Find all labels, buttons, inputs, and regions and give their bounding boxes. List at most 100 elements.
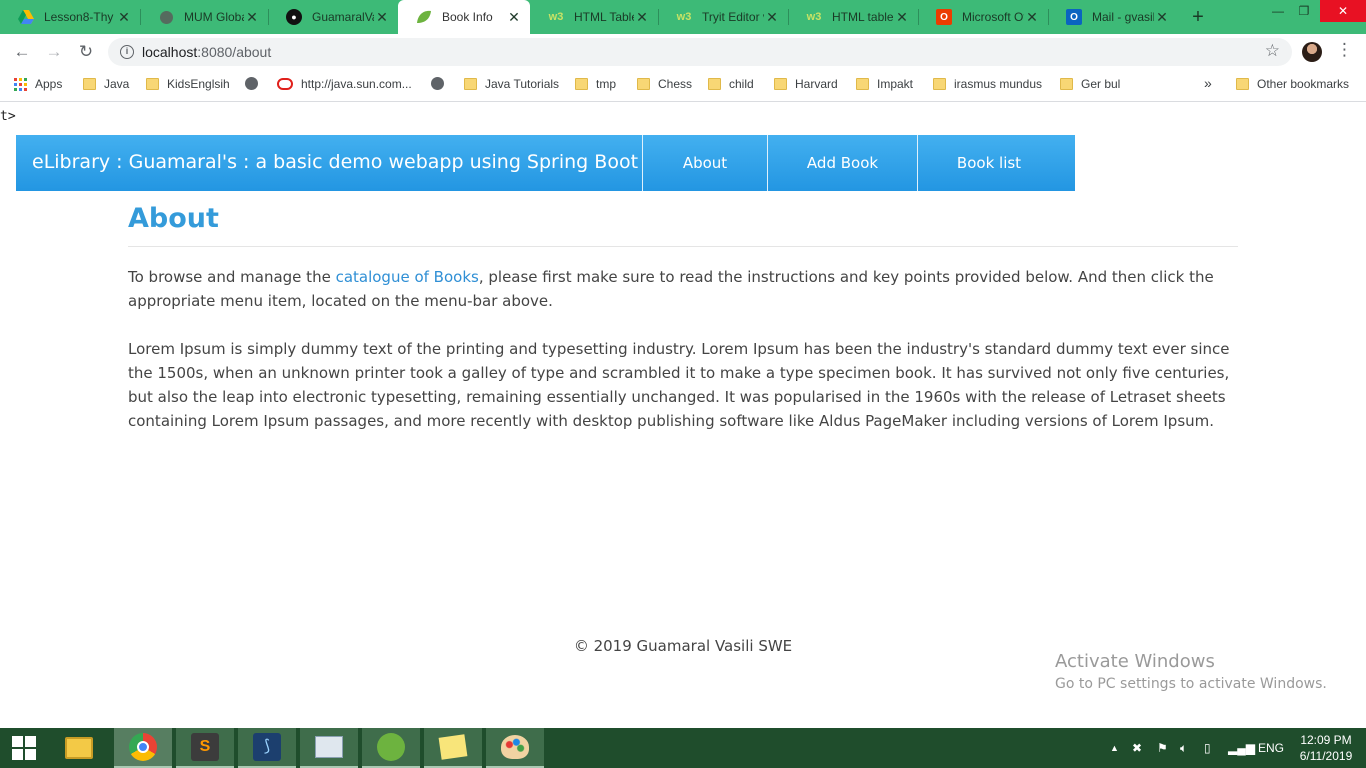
w3schools-icon: w3 [806,11,822,23]
taskbar-chrome[interactable] [114,728,172,768]
outlook-icon: O [1066,9,1082,25]
volume-icon[interactable]: 🔈︎ [1180,728,1187,768]
bookmark-kidsenglsih[interactable]: KidsEnglsih [146,77,230,91]
browser-tab-strip: Lesson8-Thy ✕ MUM Globa ✕ ● GuamaralVa ✕… [0,0,1366,34]
close-tab-icon[interactable]: ✕ [1154,9,1170,26]
profile-avatar[interactable] [1302,42,1322,62]
mysql-workbench-icon: ⟆ [253,733,281,761]
globe-icon [431,77,444,90]
site-navbar: eLibrary : Guamaral's : a basic demo web… [16,135,1075,191]
taskbar-spring-tool-suite[interactable] [362,728,420,768]
bookmark-label: Apps [35,77,63,91]
nav-book-list[interactable]: Book list [917,135,1060,191]
tab-html-table-2[interactable]: w3 HTML table ✕ [788,0,918,34]
close-tab-icon[interactable]: ✕ [506,9,522,26]
tab-mail[interactable]: O Mail - gvasil ✕ [1048,0,1178,34]
intro-text: To browse and manage the [128,268,336,286]
taskbar-mysql-workbench[interactable]: ⟆ [238,728,296,768]
bookmark-apps[interactable]: Apps [14,77,62,91]
bookmark-ger-bul[interactable]: Ger bul [1060,77,1120,91]
url-path: :8080/about [197,44,272,60]
signal-icon[interactable]: ▂▄▆ [1228,728,1255,768]
tab-lesson8[interactable]: Lesson8-Thy ✕ [0,0,140,34]
tab-microsoft-office[interactable]: O Microsoft Of ✕ [918,0,1048,34]
new-tab-icon[interactable]: + [1186,5,1210,29]
chrome-menu-icon[interactable]: ⋮ [1336,40,1353,60]
bookmark-impakt[interactable]: Impakt [856,77,913,91]
windows-taskbar: S ⟆ ▲ ✖ ⚑ 🔈︎ ▯ ▂▄▆ ENG 12:09 PM 6/11/201… [0,728,1366,768]
sticky-notes-icon [438,734,468,760]
bookmark-star-icon[interactable]: ☆ [1265,41,1280,61]
site-brand[interactable]: eLibrary : Guamaral's : a basic demo web… [32,151,638,173]
folder-icon [637,78,650,90]
tab-title: HTML Table [574,10,634,24]
network-warning-icon[interactable]: ✖ [1132,728,1142,768]
close-window-icon[interactable]: ✕ [1320,0,1366,22]
clock-time: 12:09 PM [1300,733,1352,747]
tab-html-table[interactable]: w3 HTML Table ✕ [530,0,658,34]
address-bar[interactable]: i localhost:8080/about ☆ [108,38,1292,66]
restore-icon[interactable]: ❐ [1284,0,1324,34]
bookmark-child[interactable]: child [708,77,754,91]
close-tab-icon[interactable]: ✕ [374,9,390,26]
system-clock[interactable]: 12:09 PM 6/11/2019 [1296,732,1356,764]
reload-icon[interactable]: ↻ [74,40,98,64]
language-indicator[interactable]: ENG [1258,728,1284,768]
nav-about[interactable]: About [642,135,767,191]
close-tab-icon[interactable]: ✕ [1024,9,1040,26]
globe-icon [158,9,174,25]
tab-title: Microsoft Of [962,10,1024,24]
bookmark-irasmus-mundus[interactable]: irasmus mundus [933,77,1042,91]
w3schools-icon: w3 [676,11,692,23]
bookmark-label: tmp [596,77,617,91]
taskbar-sticky-notes[interactable] [424,728,482,768]
tab-tryit-editor[interactable]: w3 Tryit Editor v ✕ [658,0,788,34]
more-bookmarks-chevron[interactable]: » [1204,75,1212,91]
bookmark-java[interactable]: Java [83,77,129,91]
watermark-subtitle: Go to PC settings to activate Windows. [1055,676,1327,692]
close-tab-icon[interactable]: ✕ [634,9,650,26]
bookmark-label: Java Tutorials [485,77,560,91]
tab-mum-global[interactable]: MUM Globa ✕ [140,0,268,34]
bookmark-harvard[interactable]: Harvard [774,77,838,91]
bookmark-other-bookmarks[interactable]: Other bookmarks [1236,77,1349,91]
bookmark-chess[interactable]: Chess [637,77,692,91]
folder-icon [708,78,721,90]
paint-icon [501,735,529,759]
tab-title: Mail - gvasil [1092,10,1154,24]
start-button[interactable] [0,728,48,768]
flag-icon[interactable]: ⚑ [1157,728,1168,768]
close-tab-icon[interactable]: ✕ [764,9,780,26]
w3schools-icon: w3 [548,11,564,23]
folder-icon [575,78,588,90]
taskbar-file-explorer[interactable] [50,728,108,768]
folder-icon [933,78,946,90]
taskbar-task-manager[interactable] [300,728,358,768]
tab-github[interactable]: ● GuamaralVa ✕ [268,0,398,34]
bookmark-label: KidsEnglsih [167,77,230,91]
bookmark-globe-2[interactable] [431,77,444,90]
close-tab-icon[interactable]: ✕ [244,9,260,26]
bookmark-java-tutorials[interactable]: Java Tutorials [464,77,559,91]
folder-icon [146,78,159,90]
bookmark-globe-1[interactable] [245,77,258,90]
back-icon[interactable]: ← [10,40,34,64]
folder-icon [1236,78,1249,90]
battery-icon[interactable]: ▯ [1204,728,1211,768]
close-tab-icon[interactable]: ✕ [894,9,910,26]
forward-icon[interactable]: → [42,40,66,64]
show-hidden-icons-chevron[interactable]: ▲ [1110,728,1119,768]
site-info-icon[interactable]: i [120,45,134,59]
taskbar-sublime-text[interactable]: S [176,728,234,768]
tab-book-info[interactable]: Book Info ✕ [398,0,530,34]
catalogue-link[interactable]: catalogue of Books [336,268,479,286]
nav-add-book[interactable]: Add Book [767,135,917,191]
bookmark-tmp[interactable]: tmp [575,77,616,91]
spring-tool-suite-icon [377,733,405,761]
tab-title: Book Info [442,10,493,24]
taskbar-paint[interactable] [486,728,544,768]
google-drive-icon [18,9,34,25]
close-tab-icon[interactable]: ✕ [116,9,132,26]
bookmark-java-sun[interactable]: http://java.sun.com... [277,77,412,91]
intro-paragraph: To browse and manage the catalogue of Bo… [128,265,1238,313]
